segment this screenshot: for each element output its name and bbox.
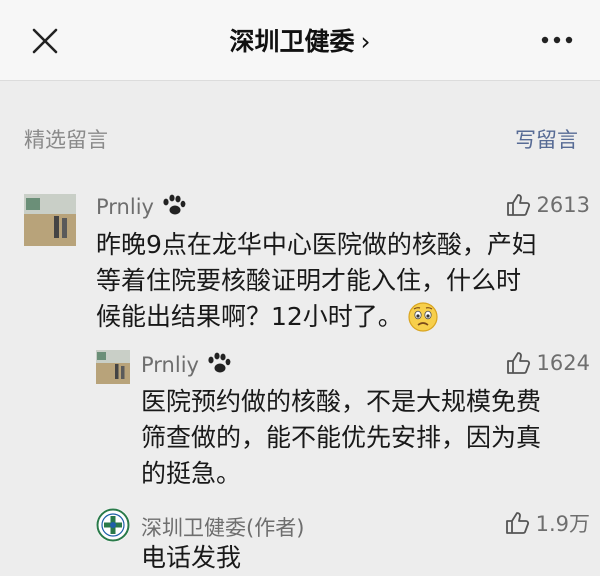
like-button[interactable]: 1.9万 xyxy=(504,508,590,538)
top-bar: 深圳卫健委 › xyxy=(0,0,600,81)
write-comment-button[interactable]: 写留言 xyxy=(515,124,578,154)
logo-image xyxy=(96,508,130,542)
comment-line: 医院预约做的核酸，不是大规模免费 xyxy=(141,387,542,416)
comment-line: 等着住院要核酸证明才能入住，什么时 xyxy=(96,266,522,295)
avatar[interactable] xyxy=(24,194,76,246)
comment-text: 昨晚9点在龙华中心医院做的核酸，产妇 等着住院要核酸证明才能入住，什么时 候能出… xyxy=(96,227,537,343)
more-icon[interactable] xyxy=(540,30,574,50)
like-count: 2613 xyxy=(536,193,590,217)
thumbs-up-icon xyxy=(506,194,530,216)
comment-username[interactable]: Prnliy xyxy=(96,194,186,221)
reply-username[interactable]: Prnliy xyxy=(141,352,231,379)
page-title[interactable]: 深圳卫健委 › xyxy=(0,22,600,58)
username-text[interactable]: Prnliy xyxy=(96,195,154,219)
account-name[interactable]: 深圳卫健委 xyxy=(229,27,354,56)
comment-line: 昨晚9点在龙华中心医院做的核酸，产妇 xyxy=(96,230,537,259)
comment-line: 的挺急。 xyxy=(141,459,242,488)
comment-line: 电话发我 xyxy=(141,543,242,572)
avatar-image xyxy=(24,194,76,246)
username-text[interactable]: Prnliy xyxy=(141,353,199,377)
reply-text: 电话发我 xyxy=(141,540,241,576)
chevron-right-icon: › xyxy=(360,27,371,56)
featured-comments-label: 精选留言 xyxy=(24,128,108,152)
avatar-image xyxy=(96,350,130,384)
reply-username[interactable]: 深圳卫健委(作者) xyxy=(141,512,304,542)
like-count: 1.9万 xyxy=(535,512,590,536)
like-button[interactable]: 2613 xyxy=(505,192,590,218)
worried-face-emoji xyxy=(407,301,439,343)
avatar[interactable] xyxy=(96,350,130,384)
like-count: 1624 xyxy=(536,351,590,375)
thumbs-up-icon xyxy=(506,352,530,374)
reply-text: 医院预约做的核酸，不是大规模免费 筛查做的，能不能优先安排，因为真 的挺急。 xyxy=(141,384,541,492)
comment-line-with-emoji: 候能出结果啊？12小时了。 xyxy=(96,299,537,343)
comment-line: 候能出结果啊？12小时了。 xyxy=(96,302,403,331)
comment-line: 筛查做的，能不能优先安排，因为真 xyxy=(141,423,542,452)
paw-icon xyxy=(205,352,231,379)
like-button[interactable]: 1624 xyxy=(505,350,590,376)
paw-icon xyxy=(160,194,186,221)
health-commission-logo[interactable] xyxy=(96,508,130,542)
thumbs-up-icon xyxy=(505,512,529,534)
